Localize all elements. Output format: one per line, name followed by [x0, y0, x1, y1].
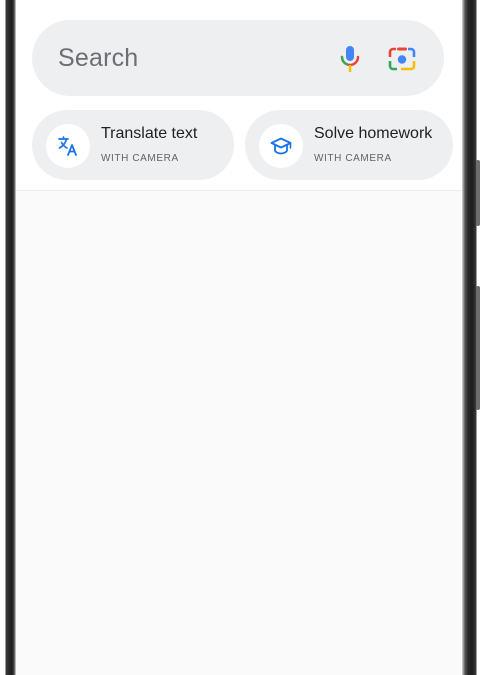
app-screen: Search Translate text WITH CAMERA Solve …: [16, 0, 462, 675]
phone-device: Search Translate text WITH CAMERA Solve …: [0, 0, 480, 675]
chip-title: Translate text: [101, 125, 198, 142]
translate-icon: [58, 136, 77, 156]
graduation-cap-icon: [270, 137, 292, 155]
solve-homework-chip[interactable]: Solve homework WITH CAMERA: [245, 110, 453, 180]
power-button: [476, 286, 480, 410]
translate-icon-container: [46, 124, 90, 168]
phone-frame-left: [0, 0, 16, 675]
chip-subtitle: WITH CAMERA: [314, 153, 392, 164]
google-lens-icon[interactable]: [388, 46, 416, 72]
chip-title: Solve homework: [314, 125, 433, 142]
search-bar[interactable]: Search: [32, 20, 444, 96]
translate-text-chip[interactable]: Translate text WITH CAMERA: [32, 110, 234, 180]
search-placeholder[interactable]: Search: [58, 44, 138, 73]
chip-subtitle: WITH CAMERA: [101, 153, 179, 164]
volume-button: [476, 160, 480, 226]
mic-icon[interactable]: [338, 45, 362, 73]
search-header: Search Translate text WITH CAMERA Solve …: [16, 0, 462, 191]
homework-icon-container: [259, 124, 303, 168]
